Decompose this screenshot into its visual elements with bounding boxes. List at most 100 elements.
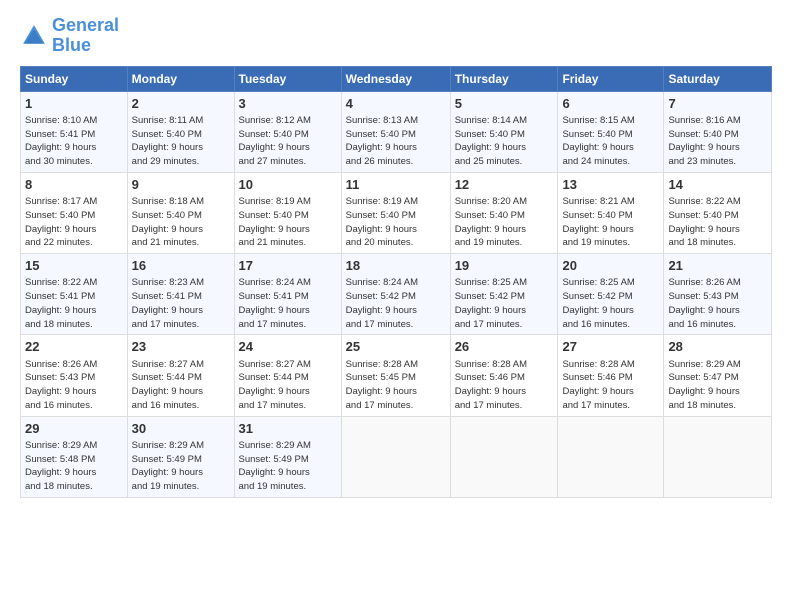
- calendar-cell: 7Sunrise: 8:16 AM Sunset: 5:40 PM Daylig…: [664, 91, 772, 172]
- weekday-header: Wednesday: [341, 66, 450, 91]
- weekday-header: Friday: [558, 66, 664, 91]
- day-info: Sunrise: 8:21 AM Sunset: 5:40 PM Dayligh…: [562, 195, 659, 250]
- calendar-cell: 8Sunrise: 8:17 AM Sunset: 5:40 PM Daylig…: [21, 172, 128, 253]
- calendar-cell: 6Sunrise: 8:15 AM Sunset: 5:40 PM Daylig…: [558, 91, 664, 172]
- day-info: Sunrise: 8:25 AM Sunset: 5:42 PM Dayligh…: [455, 276, 554, 331]
- calendar-cell: [664, 416, 772, 497]
- day-number: 5: [455, 95, 554, 113]
- calendar-cell: 21Sunrise: 8:26 AM Sunset: 5:43 PM Dayli…: [664, 254, 772, 335]
- calendar-cell: 26 Sunrise: 8:28 AM Sunset: 5:46 PM Dayli…: [450, 335, 558, 416]
- day-number: 7: [668, 95, 767, 113]
- day-number: 25: [346, 338, 446, 356]
- day-number: 10: [239, 176, 337, 194]
- calendar-week-row: 29Sunrise: 8:29 AM Sunset: 5:48 PM Dayli…: [21, 416, 772, 497]
- day-number: 8: [25, 176, 123, 194]
- calendar-cell: 2Sunrise: 8:11 AM Sunset: 5:40 PM Daylig…: [127, 91, 234, 172]
- calendar-cell: 31Sunrise: 8:29 AM Sunset: 5:49 PM Dayli…: [234, 416, 341, 497]
- calendar-cell: [558, 416, 664, 497]
- day-number: 19: [455, 257, 554, 275]
- calendar-body: 1Sunrise: 8:10 AM Sunset: 5:41 PM Daylig…: [21, 91, 772, 497]
- calendar-cell: 4Sunrise: 8:13 AM Sunset: 5:40 PM Daylig…: [341, 91, 450, 172]
- calendar-cell: 16Sunrise: 8:23 AM Sunset: 5:41 PM Dayli…: [127, 254, 234, 335]
- calendar-cell: 28 Sunrise: 8:29 AM Sunset: 5:47 PM Dayli…: [664, 335, 772, 416]
- day-number: 31: [239, 420, 337, 438]
- day-number: 11: [346, 176, 446, 194]
- weekday-header: Tuesday: [234, 66, 341, 91]
- calendar-table: SundayMondayTuesdayWednesdayThursdayFrid…: [20, 66, 772, 498]
- day-number: 15: [25, 257, 123, 275]
- day-info: Sunrise: 8:29 AM Sunset: 5:48 PM Dayligh…: [25, 439, 123, 494]
- day-info: Sunrise: 8:14 AM Sunset: 5:40 PM Dayligh…: [455, 114, 554, 169]
- calendar-cell: 30Sunrise: 8:29 AM Sunset: 5:49 PM Dayli…: [127, 416, 234, 497]
- day-info: Sunrise: 8:28 AM Sunset: 5:46 PM Dayligh…: [455, 358, 554, 413]
- day-info: Sunrise: 8:25 AM Sunset: 5:42 PM Dayligh…: [562, 276, 659, 331]
- calendar-cell: 5Sunrise: 8:14 AM Sunset: 5:40 PM Daylig…: [450, 91, 558, 172]
- calendar-cell: 20Sunrise: 8:25 AM Sunset: 5:42 PM Dayli…: [558, 254, 664, 335]
- day-number: 6: [562, 95, 659, 113]
- day-number: 22: [25, 338, 123, 356]
- day-number: 18: [346, 257, 446, 275]
- day-info: Sunrise: 8:29 AM Sunset: 5:49 PM Dayligh…: [132, 439, 230, 494]
- day-info: Sunrise: 8:23 AM Sunset: 5:41 PM Dayligh…: [132, 276, 230, 331]
- day-number: 2: [132, 95, 230, 113]
- day-info: Sunrise: 8:27 AM Sunset: 5:44 PM Dayligh…: [239, 358, 337, 413]
- day-number: 29: [25, 420, 123, 438]
- day-info: Sunrise: 8:15 AM Sunset: 5:40 PM Dayligh…: [562, 114, 659, 169]
- day-info: Sunrise: 8:28 AM Sunset: 5:46 PM Dayligh…: [562, 358, 659, 413]
- day-info: Sunrise: 8:17 AM Sunset: 5:40 PM Dayligh…: [25, 195, 123, 250]
- day-info: Sunrise: 8:19 AM Sunset: 5:40 PM Dayligh…: [239, 195, 337, 250]
- calendar-cell: 18Sunrise: 8:24 AM Sunset: 5:42 PM Dayli…: [341, 254, 450, 335]
- calendar-cell: 23 Sunrise: 8:27 AM Sunset: 5:44 PM Dayli…: [127, 335, 234, 416]
- day-info: Sunrise: 8:24 AM Sunset: 5:42 PM Dayligh…: [346, 276, 446, 331]
- calendar-cell: 27Sunrise: 8:28 AM Sunset: 5:46 PM Dayli…: [558, 335, 664, 416]
- calendar-cell: 17Sunrise: 8:24 AM Sunset: 5:41 PM Dayli…: [234, 254, 341, 335]
- day-info: Sunrise: 8:29 AM Sunset: 5:47 PM Dayligh…: [668, 358, 767, 413]
- day-number: 4: [346, 95, 446, 113]
- logo-text: General Blue: [52, 16, 119, 56]
- calendar-cell: 22Sunrise: 8:26 AM Sunset: 5:43 PM Dayli…: [21, 335, 128, 416]
- day-info: Sunrise: 8:29 AM Sunset: 5:49 PM Dayligh…: [239, 439, 337, 494]
- day-info: Sunrise: 8:16 AM Sunset: 5:40 PM Dayligh…: [668, 114, 767, 169]
- day-info: Sunrise: 8:22 AM Sunset: 5:41 PM Dayligh…: [25, 276, 123, 331]
- day-number: 17: [239, 257, 337, 275]
- calendar-cell: 24Sunrise: 8:27 AM Sunset: 5:44 PM Dayli…: [234, 335, 341, 416]
- day-info: Sunrise: 8:22 AM Sunset: 5:40 PM Dayligh…: [668, 195, 767, 250]
- calendar-cell: 3Sunrise: 8:12 AM Sunset: 5:40 PM Daylig…: [234, 91, 341, 172]
- calendar-week-row: 1Sunrise: 8:10 AM Sunset: 5:41 PM Daylig…: [21, 91, 772, 172]
- day-number: 21: [668, 257, 767, 275]
- calendar-cell: 1Sunrise: 8:10 AM Sunset: 5:41 PM Daylig…: [21, 91, 128, 172]
- calendar-header-row: SundayMondayTuesdayWednesdayThursdayFrid…: [21, 66, 772, 91]
- day-info: Sunrise: 8:12 AM Sunset: 5:40 PM Dayligh…: [239, 114, 337, 169]
- day-number: 28: [668, 338, 767, 356]
- calendar-cell: 25 Sunrise: 8:28 AM Sunset: 5:45 PM Dayli…: [341, 335, 450, 416]
- day-info: Sunrise: 8:28 AM Sunset: 5:45 PM Dayligh…: [346, 358, 446, 413]
- calendar-cell: 9Sunrise: 8:18 AM Sunset: 5:40 PM Daylig…: [127, 172, 234, 253]
- calendar-cell: 12Sunrise: 8:20 AM Sunset: 5:40 PM Dayli…: [450, 172, 558, 253]
- weekday-header: Thursday: [450, 66, 558, 91]
- calendar-cell: [450, 416, 558, 497]
- calendar-week-row: 22Sunrise: 8:26 AM Sunset: 5:43 PM Dayli…: [21, 335, 772, 416]
- day-info: Sunrise: 8:27 AM Sunset: 5:44 PM Dayligh…: [132, 358, 230, 413]
- day-number: 13: [562, 176, 659, 194]
- day-number: 26: [455, 338, 554, 356]
- day-info: Sunrise: 8:26 AM Sunset: 5:43 PM Dayligh…: [668, 276, 767, 331]
- day-number: 30: [132, 420, 230, 438]
- weekday-header: Saturday: [664, 66, 772, 91]
- weekday-header: Sunday: [21, 66, 128, 91]
- page-container: General Blue SundayMondayTuesdayWednesda…: [0, 0, 792, 508]
- calendar-cell: 13Sunrise: 8:21 AM Sunset: 5:40 PM Dayli…: [558, 172, 664, 253]
- day-info: Sunrise: 8:11 AM Sunset: 5:40 PM Dayligh…: [132, 114, 230, 169]
- day-number: 1: [25, 95, 123, 113]
- day-number: 3: [239, 95, 337, 113]
- day-number: 23: [132, 338, 230, 356]
- logo-icon: [20, 22, 48, 50]
- day-info: Sunrise: 8:20 AM Sunset: 5:40 PM Dayligh…: [455, 195, 554, 250]
- weekday-header: Monday: [127, 66, 234, 91]
- calendar-cell: 10Sunrise: 8:19 AM Sunset: 5:40 PM Dayli…: [234, 172, 341, 253]
- logo: General Blue: [20, 16, 119, 56]
- page-header: General Blue: [20, 16, 772, 56]
- calendar-cell: 15Sunrise: 8:22 AM Sunset: 5:41 PM Dayli…: [21, 254, 128, 335]
- calendar-cell: 19Sunrise: 8:25 AM Sunset: 5:42 PM Dayli…: [450, 254, 558, 335]
- day-info: Sunrise: 8:24 AM Sunset: 5:41 PM Dayligh…: [239, 276, 337, 331]
- calendar-cell: [341, 416, 450, 497]
